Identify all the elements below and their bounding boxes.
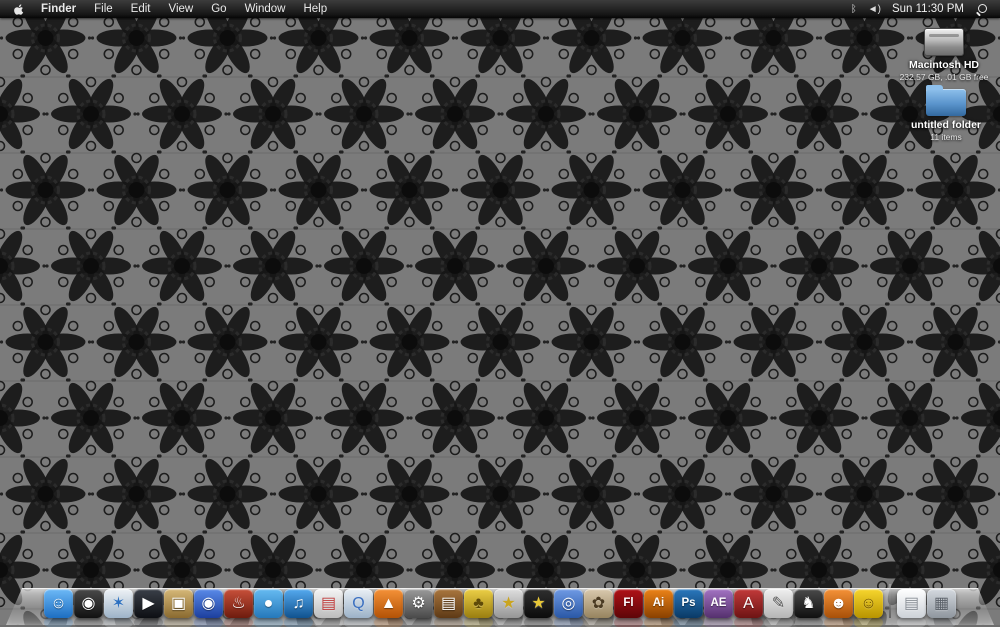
system-preferences-glyph: ⚙ [411, 594, 426, 612]
dock-system-preferences-icon[interactable]: ⚙ [404, 589, 433, 618]
menu-bar: Finder File Edit View Go Window Help ᛒ ◄) Sun … [0, 0, 1000, 18]
imovie-glyph: ★ [531, 594, 546, 612]
dock-safari-icon[interactable]: ✶ [104, 589, 133, 618]
dashboard-glyph: ◉ [81, 594, 96, 612]
dock-imovie-icon[interactable]: ★ [524, 589, 553, 618]
desktop-icon-macintosh-hd[interactable]: Macintosh HD 232.57 GB, .01 GB free [892, 28, 996, 82]
menu-item-view[interactable]: View [160, 0, 203, 18]
vlc-glyph: ▲ [380, 594, 397, 612]
dock-illustrator-icon[interactable]: Ai [644, 589, 673, 618]
pineapple-game-glyph: ♣ [473, 594, 484, 612]
menu-items: Finder File Edit View Go Window Help [32, 0, 336, 18]
orange-app-glyph: ☻ [830, 594, 847, 612]
dock-flash-icon[interactable]: Fl [614, 589, 643, 618]
textedit-glyph: ✎ [771, 594, 786, 612]
screen: { "menu_bar": { "app_name": "Finder", "i… [0, 0, 1000, 625]
documents-stack-glyph: ▤ [903, 594, 920, 612]
dock-dashboard-icon[interactable]: ◉ [74, 589, 103, 618]
menu-clock[interactable]: Sun 11:30 PM [892, 3, 964, 15]
safari-glyph: ✶ [111, 594, 126, 612]
dictionary-glyph: A [743, 594, 754, 612]
spotlight-icon[interactable] [975, 3, 988, 16]
dock-star-app-icon[interactable]: ★ [494, 589, 523, 618]
wallpaper [0, 0, 1000, 625]
dock-photo-booth-icon[interactable]: ▣ [164, 589, 193, 618]
iweb-glyph: ◎ [561, 594, 576, 612]
itunes-glyph: ♫ [292, 594, 305, 612]
dock-toast-icon[interactable]: ♨ [224, 589, 253, 618]
dock-iweb-icon[interactable]: ◎ [554, 589, 583, 618]
dock-orange-app-icon[interactable]: ☻ [824, 589, 853, 618]
finder-glyph: ☺ [50, 594, 67, 612]
star-app-glyph: ★ [501, 594, 516, 612]
folder-icon [926, 85, 966, 116]
dock-dictionary-icon[interactable]: A [734, 589, 763, 618]
dock-quicktime-icon[interactable]: Q [344, 589, 373, 618]
after-effects-glyph: AE [710, 596, 727, 609]
photo-booth-glyph: ▣ [170, 594, 187, 612]
apple-logo-icon [14, 3, 24, 15]
bluetooth-icon[interactable]: ᛒ [851, 4, 857, 15]
dock-video-chat-icon[interactable]: ● [254, 589, 283, 618]
quicktime-glyph: Q [352, 594, 365, 612]
dock-smiley-app-icon[interactable]: ☺ [854, 589, 883, 618]
dock-documents-stack-icon[interactable]: ▤ [897, 589, 926, 618]
front-row-glyph: ◉ [201, 594, 216, 612]
dock-icons: ☺ ◉ ✶ ▶ ▣ ◉ ♨ ● ♫ ▤ Q ▲ ⚙ ▤ ♣ ★ ★ ◎ ✿ Fl Ai Ps AE A ✎ ♞ ☻ ☺ ▤ ▦ [44, 584, 956, 618]
menu-item-file[interactable]: File [85, 0, 122, 18]
dock-pineapple-game-icon[interactable]: ♣ [464, 589, 493, 618]
menu-left: Finder File Edit View Go Window Help [8, 0, 336, 18]
menu-item-help[interactable]: Help [294, 0, 336, 18]
dock-divider [889, 584, 891, 618]
volume-icon[interactable]: ◄) [868, 4, 881, 15]
dock: ☺ ◉ ✶ ▶ ▣ ◉ ♨ ● ♫ ▤ Q ▲ ⚙ ▤ ♣ ★ ★ ◎ ✿ Fl Ai Ps AE A ✎ ♞ ☻ ☺ ▤ ▦ [0, 567, 1000, 625]
menu-item-finder[interactable]: Finder [32, 0, 85, 18]
desktop-icon-untitled-folder[interactable]: untitled folder 11 items [894, 84, 998, 142]
dock-chess-icon[interactable]: ♞ [794, 589, 823, 618]
toast-glyph: ♨ [231, 594, 246, 612]
aperture-glyph: ✿ [591, 594, 606, 612]
apple-menu[interactable] [8, 3, 32, 16]
hard-drive-icon [924, 28, 964, 56]
dock-trash-icon[interactable]: ▦ [927, 589, 956, 618]
dvd-player-glyph: ▶ [142, 594, 155, 612]
desktop-icon-label: Macintosh HD [908, 59, 979, 71]
smiley-app-glyph: ☺ [860, 594, 877, 612]
dock-vlc-icon[interactable]: ▲ [374, 589, 403, 618]
menu-status-area: ᛒ ◄) Sun 11:30 PM [851, 3, 992, 16]
menu-item-go[interactable]: Go [202, 0, 235, 18]
desktop-icon-label: untitled folder [911, 119, 981, 131]
illustrator-glyph: Ai [652, 596, 665, 609]
chess-glyph: ♞ [801, 594, 816, 612]
video-chat-glyph: ● [263, 594, 274, 612]
dock-ical-icon[interactable]: ▤ [314, 589, 343, 618]
address-book-glyph: ▤ [440, 594, 457, 612]
dock-textedit-icon[interactable]: ✎ [764, 589, 793, 618]
dock-finder-icon[interactable]: ☺ [44, 589, 73, 618]
trash-glyph: ▦ [933, 594, 950, 612]
photoshop-glyph: Ps [681, 596, 696, 609]
desktop-icon-sublabel: 232.57 GB, .01 GB free [899, 72, 989, 82]
dock-front-row-icon[interactable]: ◉ [194, 589, 223, 618]
ical-glyph: ▤ [320, 594, 337, 612]
dock-itunes-icon[interactable]: ♫ [284, 589, 313, 618]
desktop-icon-sublabel: 11 items [930, 132, 962, 142]
dock-aperture-icon[interactable]: ✿ [584, 589, 613, 618]
dock-photoshop-icon[interactable]: Ps [674, 589, 703, 618]
menu-item-window[interactable]: Window [236, 0, 295, 18]
dock-after-effects-icon[interactable]: AE [704, 589, 733, 618]
dock-dvd-player-icon[interactable]: ▶ [134, 589, 163, 618]
dock-address-book-icon[interactable]: ▤ [434, 589, 463, 618]
flash-glyph: Fl [623, 596, 634, 609]
menu-item-edit[interactable]: Edit [122, 0, 160, 18]
